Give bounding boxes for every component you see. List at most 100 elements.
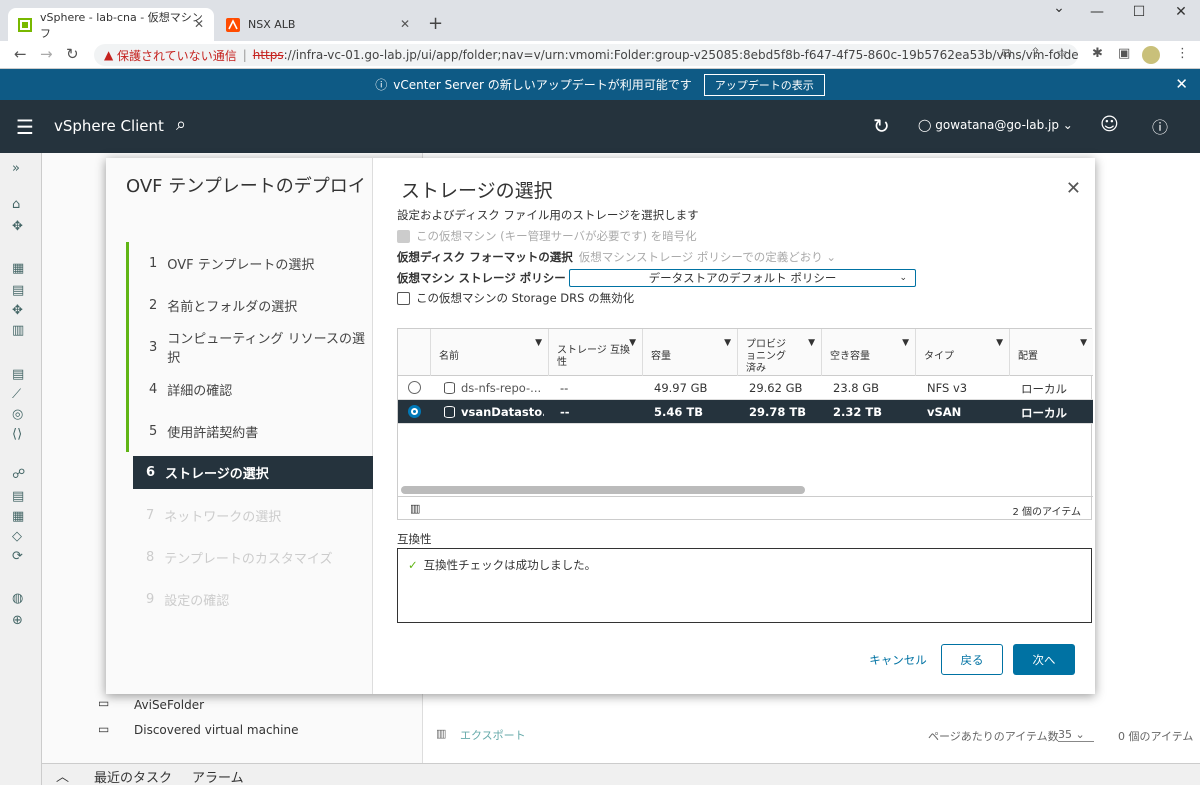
share-icon[interactable]: ⇪ (1030, 46, 1041, 61)
maximize-icon[interactable]: ☐ (1124, 4, 1154, 20)
security-label: 保護されていない通信 (117, 48, 237, 63)
row-radio[interactable] (408, 405, 421, 418)
column-header-placement[interactable]: 配置 ▼ (1009, 329, 1093, 376)
tags-icon[interactable]: ◇ (12, 529, 22, 544)
table-row[interactable]: vsanDatasto... -- 5.46 TB 29.78 TB 2.32 … (398, 400, 1093, 424)
close-icon[interactable]: ✕ (1175, 75, 1188, 93)
browser-tab-vsphere[interactable]: vSphere - lab-cna - 仮想マシン フ ✕ (8, 8, 214, 41)
filter-icon[interactable]: ▼ (808, 337, 815, 349)
column-header-type[interactable]: タイプ ▼ (915, 329, 1009, 376)
tree-item[interactable]: AviSeFolder (134, 698, 204, 712)
close-icon[interactable]: ✕ (400, 17, 410, 31)
step-2[interactable]: 2 名前とフォルダの選択 (126, 284, 373, 326)
star-icon[interactable]: ☆ (1056, 46, 1068, 61)
cell-capacity: 5.46 TB (654, 405, 703, 419)
horizontal-scrollbar[interactable] (401, 486, 805, 494)
storage-policy-select[interactable]: データストアのデフォルト ポリシー ⌄ (569, 269, 916, 287)
column-header-capacity[interactable]: 容量 ▼ (642, 329, 737, 376)
compat-message: 互換性チェックは成功しました。 (423, 558, 597, 572)
cell-compat: -- (560, 381, 569, 395)
step-4[interactable]: 4 詳細の確認 (126, 368, 373, 410)
recent-tasks-tab[interactable]: 最近のタスク (94, 767, 172, 785)
alarms-tab[interactable]: アラーム (192, 767, 244, 785)
events-icon[interactable]: ▤ (12, 489, 24, 504)
address-bar-row: ← → ↻ ▲ 保護されていない通信 | https ://infra-vc-0… (0, 41, 1200, 69)
column-header-free[interactable]: 空き容量 ▼ (821, 329, 915, 376)
translate-icon[interactable]: ⧉ (1002, 46, 1011, 61)
back-arrow-icon[interactable]: ← (14, 45, 27, 63)
datastore-name-text: vsanDatasto... (461, 405, 544, 419)
forward-arrow-icon[interactable]: → (40, 45, 53, 63)
column-header-name[interactable]: 名前 ▼ (430, 329, 548, 376)
calendar-icon[interactable]: ▦ (12, 509, 24, 524)
column-toggle-icon[interactable]: ▥ (410, 502, 420, 515)
refresh-icon[interactable]: ↻ (873, 114, 890, 138)
page-description: 設定およびディスク ファイル用のストレージを選択します (397, 208, 699, 222)
browser-tab-nsx[interactable]: NSX ALB ✕ (216, 8, 420, 41)
filter-icon[interactable]: ▼ (724, 337, 731, 349)
step-1[interactable]: 1 OVF テンプレートの選択 (126, 242, 373, 284)
content-icon[interactable]: ▤ (12, 367, 24, 382)
menu-icon[interactable]: ⋮ (1176, 46, 1189, 61)
policies-icon[interactable]: ⟋ (12, 387, 21, 402)
table-row[interactable]: ds-nfs-repo-... -- 49.97 GB 29.62 GB 23.… (398, 376, 1093, 400)
step-5[interactable]: 5 使用許諾契約書 (126, 410, 373, 452)
row-radio[interactable] (408, 381, 421, 394)
column-header-compat[interactable]: ストレージ 互換性 ▼ (548, 329, 642, 376)
inventory-icon[interactable]: ▦ (12, 261, 24, 276)
search-icon[interactable]: ⌕ (176, 114, 186, 135)
chevron-up-icon[interactable]: ︿ (56, 766, 69, 785)
chevron-down-icon[interactable]: ⌄ (1044, 0, 1074, 16)
per-page-select[interactable]: 35 ⌄ (1058, 728, 1094, 742)
column-header-provisioned[interactable]: プロビジョニング済み ▼ (737, 329, 821, 376)
drs-checkbox[interactable] (397, 291, 410, 305)
cancel-button[interactable]: キャンセル (863, 644, 933, 675)
lifecycle-icon[interactable]: ⟳ (12, 549, 23, 564)
reload-icon[interactable]: ↻ (66, 45, 79, 63)
step-num: 9 (146, 591, 155, 607)
step-3[interactable]: 3 コンピューティング リソースの選択 (126, 326, 373, 368)
home-icon[interactable]: ⌂ (12, 197, 20, 212)
user-menu[interactable]: ◯ gowatana@go-lab.jp ⌄ (918, 118, 1073, 132)
close-window-icon[interactable]: ✕ (1166, 4, 1196, 20)
back-button[interactable]: 戻る (941, 644, 1003, 675)
step-num: 1 (149, 255, 158, 271)
network-icon[interactable]: ✥ (12, 303, 23, 318)
filter-icon[interactable]: ▼ (996, 337, 1003, 349)
hamburger-icon[interactable]: ☰ (16, 115, 34, 139)
drs-option[interactable]: この仮想マシンの Storage DRS の無効化 (397, 290, 634, 306)
close-icon[interactable]: ✕ (1066, 178, 1081, 199)
help-icon[interactable]: ⓘ (1152, 114, 1168, 138)
filter-icon[interactable]: ▼ (535, 337, 542, 349)
minimize-icon[interactable]: — (1082, 4, 1112, 20)
next-button[interactable]: 次へ (1013, 644, 1075, 675)
admin-icon[interactable]: ◎ (12, 407, 23, 422)
filter-icon[interactable]: ▼ (902, 337, 909, 349)
step-num: 3 (149, 339, 158, 355)
shortcuts-icon[interactable]: ✥ (12, 219, 23, 234)
export-link[interactable]: エクスポート (460, 727, 526, 743)
feedback-icon[interactable]: ☺ (1100, 114, 1119, 135)
view-updates-button[interactable]: アップデートの表示 (703, 73, 825, 96)
profile-avatar[interactable] (1142, 46, 1160, 64)
url-bar[interactable]: ▲ 保護されていない通信 | https ://infra-vc-01.go-l… (94, 44, 1078, 66)
collapse-icon[interactable]: » (12, 161, 20, 176)
datastore-name: ds-nfs-repo-... (444, 381, 544, 395)
step-label: ネットワークの選択 (164, 509, 282, 525)
filter-icon[interactable]: ▼ (1080, 337, 1087, 349)
extensions-icon[interactable]: ✱ (1092, 46, 1103, 61)
new-tab-icon[interactable]: + (428, 13, 443, 34)
sidepanel-icon[interactable]: ▣ (1118, 46, 1130, 61)
step-6[interactable]: 6 ストレージの選択 (133, 456, 373, 489)
globe-icon[interactable]: ◍ (12, 591, 23, 606)
tree-item[interactable]: Discovered virtual machine (134, 723, 298, 737)
step-num: 8 (146, 549, 155, 565)
code-icon[interactable]: ⟨⟩ (12, 427, 22, 442)
tasks-icon[interactable]: ☍ (12, 467, 25, 482)
filter-icon[interactable]: ▼ (629, 337, 636, 349)
storage-icon[interactable]: ▥ (12, 323, 24, 338)
plus-circle-icon[interactable]: ⊕ (12, 613, 23, 628)
close-icon[interactable]: ✕ (194, 17, 204, 31)
column-toggle-icon[interactable]: ▥ (436, 727, 446, 740)
hosts-icon[interactable]: ▤ (12, 283, 24, 298)
